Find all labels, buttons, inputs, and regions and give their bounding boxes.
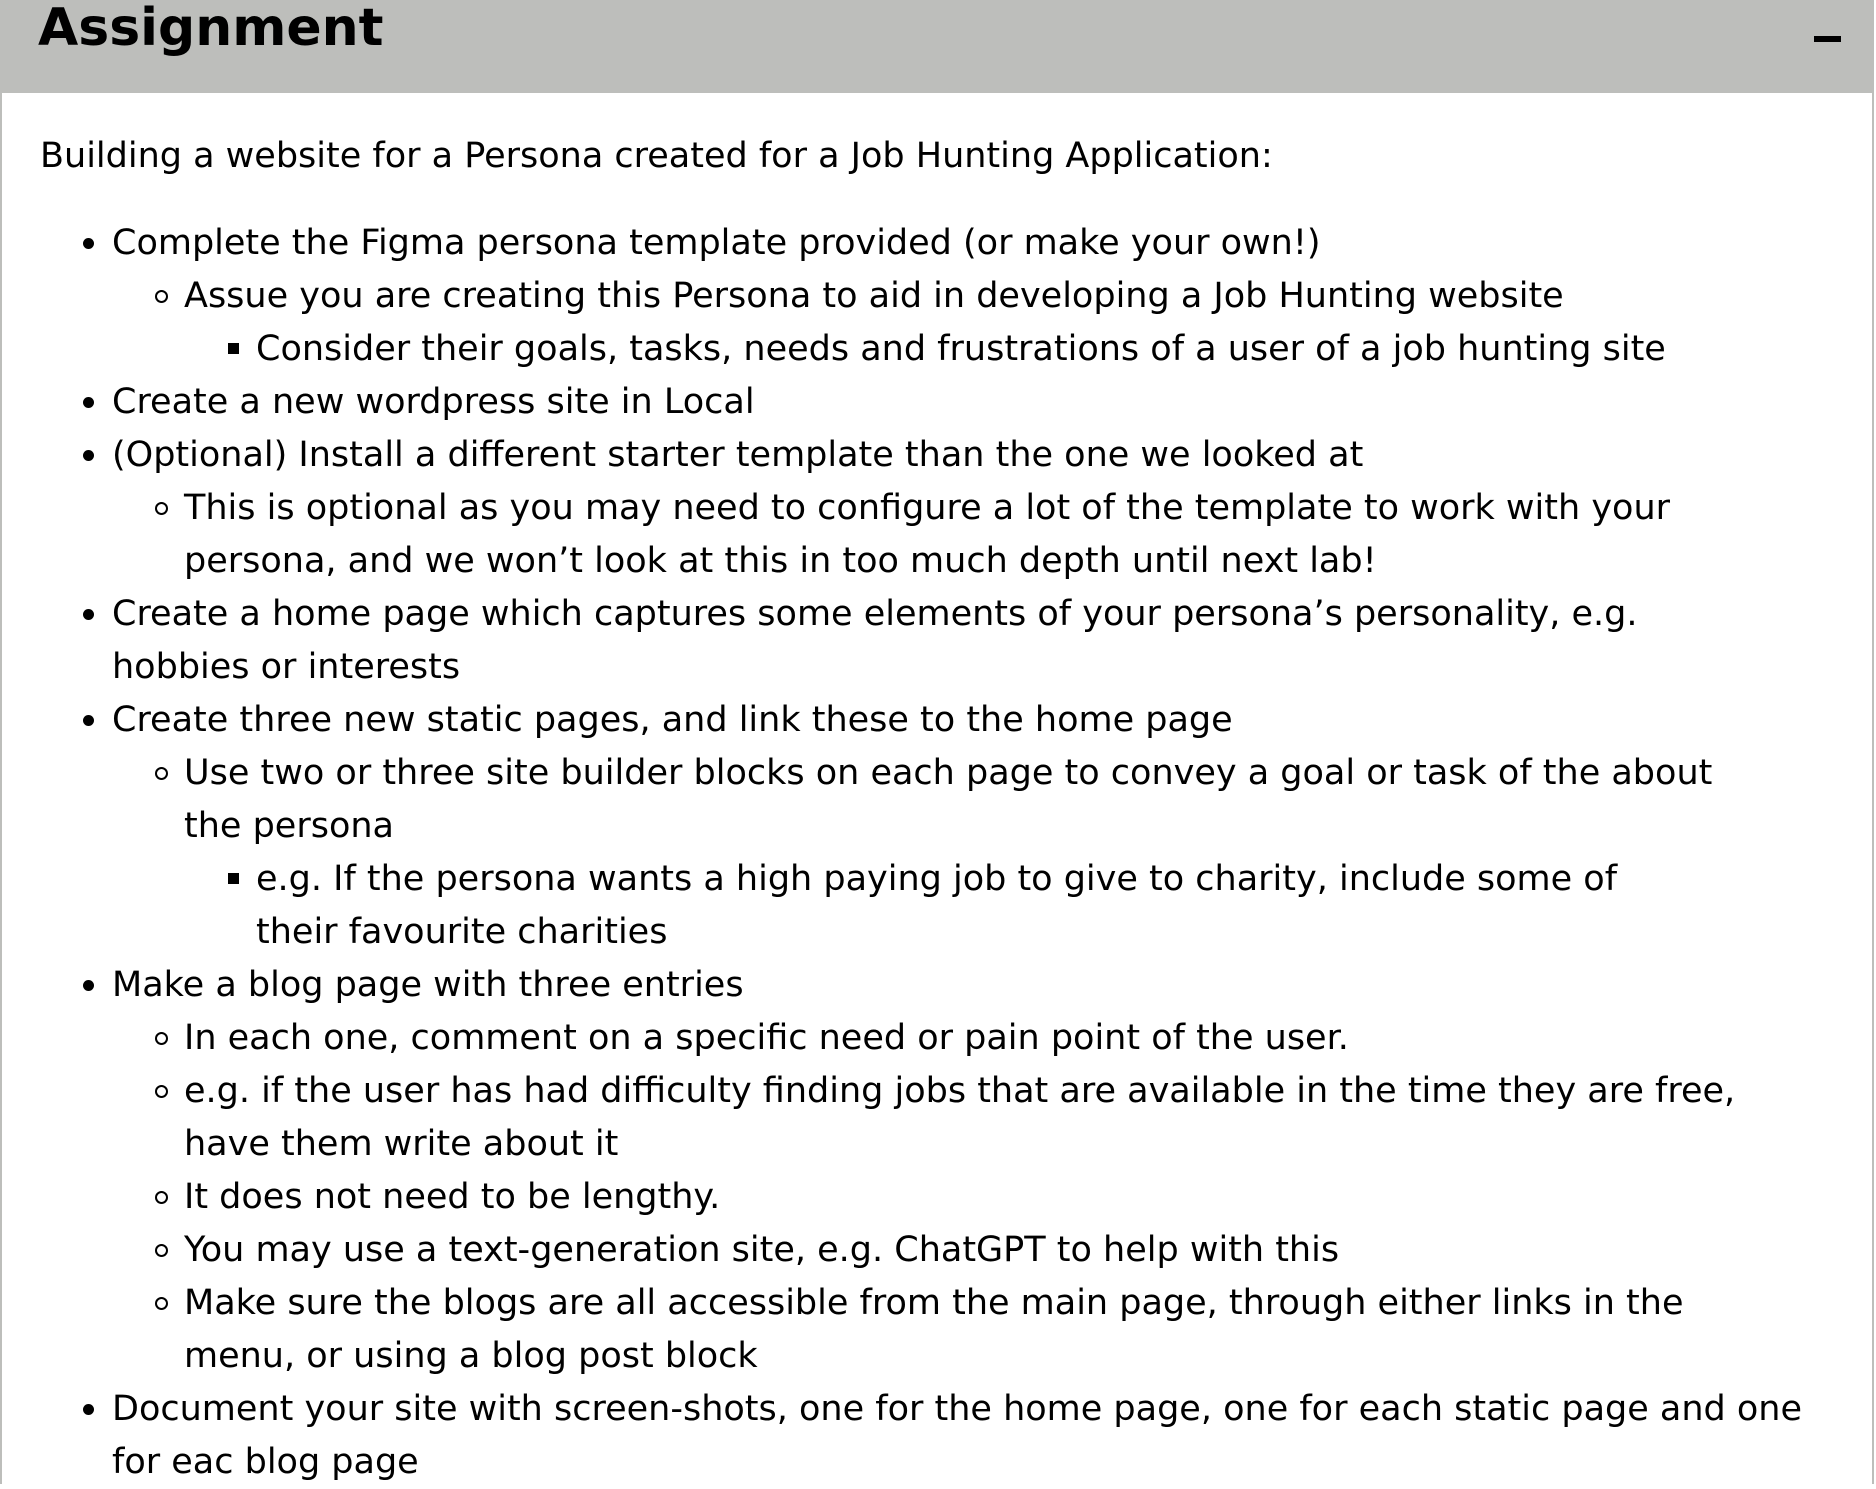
list-item-text: Create a new wordpress site in Local (112, 382, 755, 422)
sub-sub-list: e.g. If the persona wants a high paying … (184, 853, 1780, 959)
list-item-text: You may use a text-generation site, e.g.… (184, 1230, 1340, 1270)
list-item-text: Create three new static pages, and link … (112, 700, 1233, 740)
list-item: Make a blog page with three entries In e… (40, 959, 1840, 1383)
list-item-text: In each one, comment on a specific need … (184, 1018, 1349, 1058)
task-list: Complete the Figma persona template prov… (40, 217, 1840, 1489)
assignment-panel: Assignment Building a website for a Pers… (0, 0, 1874, 1484)
bullet-circle-icon (155, 767, 168, 780)
list-item: Consider their goals, tasks, needs and f… (40, 323, 1840, 376)
list-item: Create a new wordpress site in Local (40, 376, 1840, 429)
list-item-text: Assue you are creating this Persona to a… (184, 276, 1564, 316)
list-item-text: Make sure the blogs are all accessible f… (184, 1283, 1684, 1376)
list-item: e.g. If the persona wants a high paying … (40, 853, 1780, 959)
list-item: Create three new static pages, and link … (40, 694, 1840, 959)
panel-title: Assignment (38, 0, 384, 58)
list-item-text: Document your site with screen-shots, on… (112, 1389, 1802, 1482)
bullet-disc-icon (83, 980, 94, 991)
list-item: You may use a text-generation site, e.g.… (40, 1224, 1840, 1277)
sub-list: In each one, comment on a specific need … (112, 1012, 1840, 1383)
list-item-text: (Optional) Install a different starter t… (112, 435, 1364, 475)
list-item: This is optional as you may need to conf… (40, 482, 1840, 588)
list-item: In each one, comment on a specific need … (40, 1012, 1840, 1065)
sub-list: Assue you are creating this Persona to a… (112, 270, 1840, 376)
list-item: Use two or three site builder blocks on … (40, 747, 1840, 959)
bullet-disc-icon (83, 609, 94, 620)
sub-sub-list: Consider their goals, tasks, needs and f… (184, 323, 1840, 376)
bullet-disc-icon (83, 397, 94, 408)
bullet-square-icon (228, 343, 239, 354)
list-item-text: Make a blog page with three entries (112, 965, 744, 1005)
bullet-disc-icon (83, 450, 94, 461)
list-item: Document your site with screen-shots, on… (40, 1383, 1840, 1489)
list-item-text: Consider their goals, tasks, needs and f… (256, 329, 1666, 369)
minus-icon (1814, 36, 1841, 42)
list-item: Create a home page which captures some e… (40, 588, 1840, 694)
collapse-button[interactable] (1810, 16, 1850, 56)
bullet-square-icon (228, 873, 239, 884)
list-item-text: Complete the Figma persona template prov… (112, 223, 1321, 263)
list-item-text: This is optional as you may need to conf… (184, 488, 1671, 581)
list-item: Assue you are creating this Persona to a… (40, 270, 1840, 376)
bullet-circle-icon (155, 1032, 168, 1045)
sub-list: Use two or three site builder blocks on … (112, 747, 1840, 959)
panel-header[interactable]: Assignment (2, 0, 1874, 93)
bullet-circle-icon (155, 502, 168, 515)
list-item-text: Create a home page which captures some e… (112, 594, 1638, 687)
sub-list: This is optional as you may need to conf… (112, 482, 1840, 588)
bullet-circle-icon (155, 290, 168, 303)
bullet-disc-icon (83, 1404, 94, 1415)
assignment-content: Building a website for a Persona created… (40, 130, 1840, 1489)
bullet-disc-icon (83, 238, 94, 249)
bullet-circle-icon (155, 1297, 168, 1310)
bullet-circle-icon (155, 1191, 168, 1204)
bullet-circle-icon (155, 1085, 168, 1098)
list-item-text: e.g. If the persona wants a high paying … (256, 859, 1618, 952)
list-item-text: It does not need to be lengthy. (184, 1177, 721, 1217)
list-item: Make sure the blogs are all accessible f… (40, 1277, 1840, 1383)
list-item-text: Use two or three site builder blocks on … (184, 753, 1713, 846)
list-item-text: e.g. if the user has had difficulty find… (184, 1071, 1736, 1164)
intro-text: Building a website for a Persona created… (40, 136, 1273, 176)
bullet-disc-icon (83, 715, 94, 726)
list-item: It does not need to be lengthy. (40, 1171, 1840, 1224)
bullet-circle-icon (155, 1244, 168, 1257)
list-item: e.g. if the user has had difficulty find… (40, 1065, 1840, 1171)
list-item: Complete the Figma persona template prov… (40, 217, 1840, 376)
list-item: (Optional) Install a different starter t… (40, 429, 1840, 588)
